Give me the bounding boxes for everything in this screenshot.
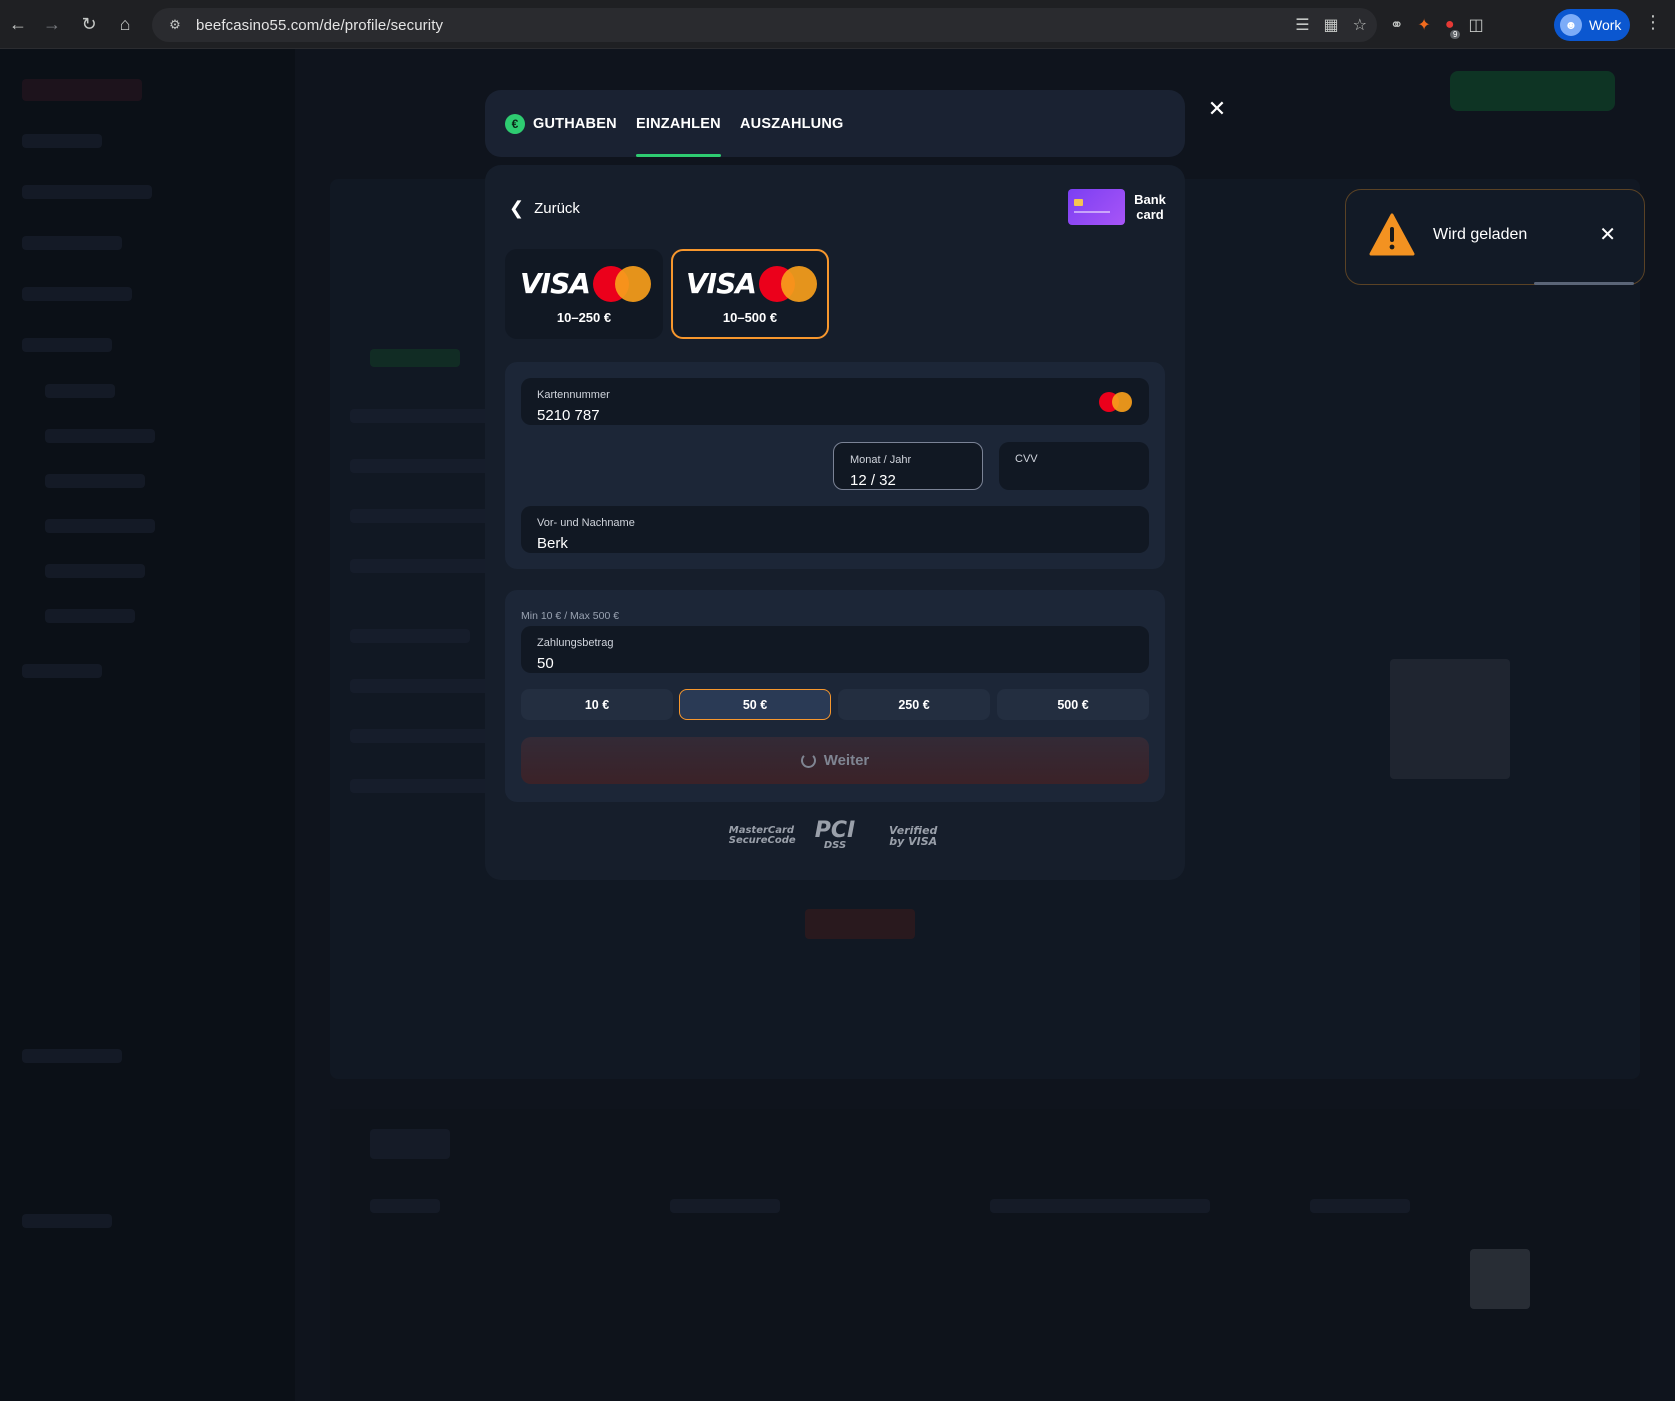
profile-label: Work xyxy=(1589,17,1622,33)
expiry-label: Monat / Jahr xyxy=(850,454,912,466)
warning-icon xyxy=(1369,213,1415,256)
back-arrow-icon[interactable]: ← xyxy=(0,6,36,42)
card-number-value[interactable]: 5210 787 xyxy=(537,407,600,424)
tab-einzahlen-label: EINZAHLEN xyxy=(636,115,721,132)
submit-button[interactable]: Weiter xyxy=(521,737,1149,784)
back-label: Zurück xyxy=(534,200,580,217)
cardholder-name-label: Vor- und Nachname xyxy=(537,517,635,529)
expiry-value[interactable]: 12 / 32 xyxy=(850,472,896,489)
trust-logos: MasterCard SecureCode PCI DSS Verified b… xyxy=(485,820,1185,851)
pci-dss-logo: PCI DSS xyxy=(815,820,855,851)
card-number-field[interactable]: Kartennummer 5210 787 xyxy=(521,378,1149,425)
toast-close-icon[interactable]: ✕ xyxy=(1599,222,1616,247)
deposit-panel: ❮ Zurück Bank card VISA 10–250 € VISA 10… xyxy=(485,165,1185,880)
tab-einzahlen[interactable]: EINZAHLEN xyxy=(636,90,721,157)
back-button[interactable]: ❮ Zurück xyxy=(509,198,580,219)
profile-button[interactable]: ☻ Work xyxy=(1554,9,1630,41)
cvv-field[interactable]: CVV xyxy=(999,442,1149,490)
avatar: ☻ xyxy=(1560,14,1582,36)
forward-arrow-icon[interactable]: → xyxy=(34,6,70,42)
submit-label: Weiter xyxy=(823,752,870,769)
extension-target-icon[interactable]: ✦ xyxy=(1417,15,1430,35)
tab-guthaben-label: GUTHABEN xyxy=(533,115,617,132)
mastercard-logo xyxy=(593,266,653,302)
visa-logo: VISA xyxy=(520,267,591,300)
verified-by-visa-logo: Verified by VISA xyxy=(889,824,938,848)
background-sidebar xyxy=(0,49,295,1401)
menu-kebab-icon[interactable]: ⋮ xyxy=(1644,12,1662,33)
tab-guthaben[interactable]: € GUTHABEN xyxy=(505,90,617,157)
bank-card-method: Bank card xyxy=(1068,189,1166,225)
card-icon[interactable]: ▦ xyxy=(1324,15,1339,35)
url-text[interactable]: beefcasino55.com/de/profile/security xyxy=(196,17,443,34)
wallet-tabbar: € GUTHABEN EINZAHLEN AUSZAHLUNG xyxy=(485,90,1185,157)
payment-method-visa-mc-250[interactable]: VISA 10–250 € xyxy=(505,249,663,339)
euro-icon: € xyxy=(505,113,525,134)
loading-toast: Wird geladen ✕ xyxy=(1345,189,1645,285)
preset-250-button[interactable]: 250 € xyxy=(838,689,990,720)
cardholder-name-field[interactable]: Vor- und Nachname Berk xyxy=(521,506,1149,553)
home-icon[interactable]: ⌂ xyxy=(107,6,143,42)
amount-field[interactable]: Zahlungsbetrag 50 xyxy=(521,626,1149,673)
preset-10-button[interactable]: 10 € xyxy=(521,689,673,720)
amount-label: Zahlungsbetrag xyxy=(537,637,614,649)
amount-section: Min 10 € / Max 500 € Zahlungsbetrag 50 1… xyxy=(505,590,1165,802)
amount-value[interactable]: 50 xyxy=(537,655,554,672)
bank-card-label: Bank card xyxy=(1134,192,1166,222)
preset-50-button[interactable]: 50 € xyxy=(679,689,831,720)
card-details-form: Kartennummer 5210 787 Monat / Jahr 12 / … xyxy=(505,362,1165,569)
extension-shield-icon[interactable]: ● 9 xyxy=(1445,16,1461,39)
tab-auszahlung-label: AUSZAHLUNG xyxy=(740,115,844,132)
cardholder-name-value[interactable]: Berk xyxy=(537,535,568,552)
method-range: 10–500 € xyxy=(722,310,778,325)
extension-link-icon[interactable]: ⚭ xyxy=(1390,15,1403,35)
toast-progress-bar xyxy=(1534,282,1634,285)
cvv-label: CVV xyxy=(1015,453,1038,465)
visa-logo: VISA xyxy=(686,267,757,300)
bank-card-icon xyxy=(1068,189,1125,225)
toast-message: Wird geladen xyxy=(1433,226,1528,243)
loading-spinner-icon xyxy=(800,753,816,768)
translate-icon[interactable]: ☰ xyxy=(1295,15,1309,35)
address-bar[interactable]: ⚙ beefcasino55.com/de/profile/security ☰… xyxy=(152,8,1377,42)
preset-500-button[interactable]: 500 € xyxy=(997,689,1149,720)
card-number-label: Kartennummer xyxy=(537,389,610,401)
star-icon[interactable]: ☆ xyxy=(1353,15,1367,35)
reload-icon[interactable]: ↻ xyxy=(71,6,107,42)
puzzle-icon[interactable]: ◫ xyxy=(1468,15,1483,35)
dialog-close-icon[interactable]: ✕ xyxy=(1204,96,1230,122)
chevron-left-icon: ❮ xyxy=(509,198,525,218)
mastercard-securecode-logo: MasterCard SecureCode xyxy=(728,825,796,846)
amount-limits: Min 10 € / Max 500 € xyxy=(521,610,620,622)
payment-method-visa-mc-500[interactable]: VISA 10–500 € xyxy=(671,249,829,339)
mastercard-icon xyxy=(1099,392,1133,412)
expiry-field[interactable]: Monat / Jahr 12 / 32 xyxy=(833,442,983,490)
browser-toolbar: ← → ↻ ⌂ ⚙ beefcasino55.com/de/profile/se… xyxy=(0,0,1675,49)
method-range: 10–250 € xyxy=(556,310,612,325)
site-info-icon[interactable]: ⚙ xyxy=(164,14,186,36)
extension-badge-count: 9 xyxy=(1450,30,1461,39)
mastercard-logo xyxy=(759,266,819,302)
tab-auszahlung[interactable]: AUSZAHLUNG xyxy=(740,90,844,157)
